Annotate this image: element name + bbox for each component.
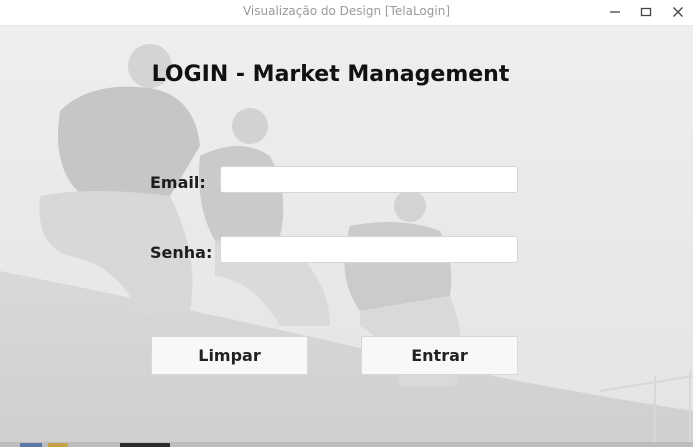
password-field[interactable]	[220, 236, 518, 263]
close-button[interactable]	[663, 0, 693, 25]
login-button[interactable]: Entrar	[361, 336, 518, 375]
close-icon	[673, 7, 683, 17]
login-window: Visualização do Design [TelaLogin] LOGIN…	[0, 0, 693, 447]
title-bar[interactable]: Visualização do Design [TelaLogin]	[0, 0, 693, 26]
clear-button[interactable]: Limpar	[151, 336, 308, 375]
maximize-button[interactable]	[631, 0, 661, 25]
password-label: Senha:	[150, 243, 213, 262]
email-field[interactable]	[220, 166, 518, 193]
page-title: LOGIN - Market Management	[151, 62, 510, 87]
minimize-icon	[610, 11, 620, 13]
email-label: Email:	[150, 173, 206, 192]
maximize-icon	[640, 7, 652, 17]
login-panel: LOGIN - Market Management Email: Senha: …	[0, 26, 693, 447]
minimize-button[interactable]	[600, 0, 630, 25]
window-title: Visualização do Design [TelaLogin]	[242, 4, 451, 18]
